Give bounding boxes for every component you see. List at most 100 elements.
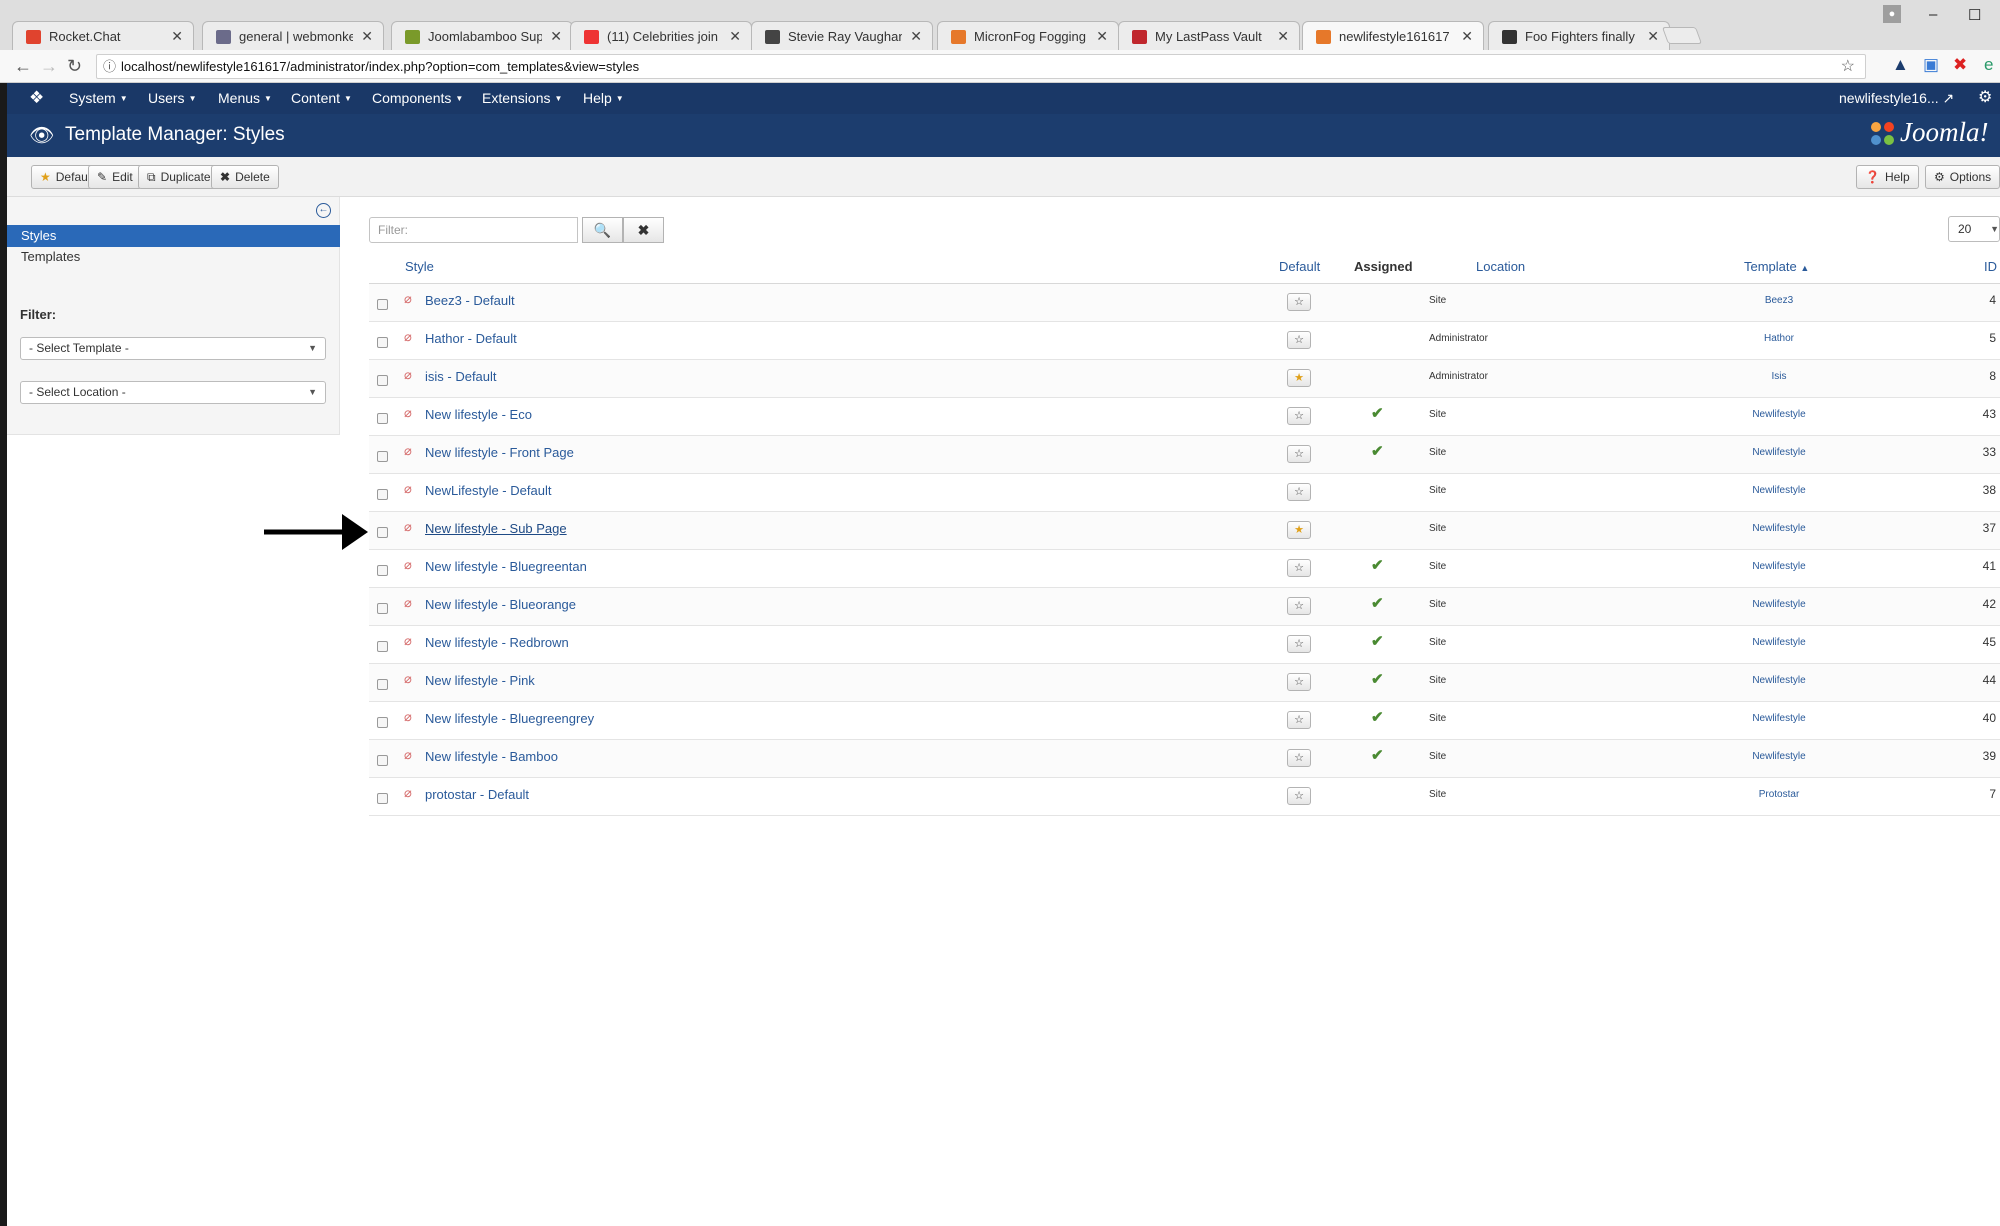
clear-button[interactable]: ✖ [623,217,664,243]
list-limit-select[interactable]: 20 ▼ [1948,216,2000,242]
sidebar-item-templates[interactable]: Templates [21,249,80,264]
template-link[interactable]: Beez3 [1719,295,1839,306]
nav-menu-help[interactable]: Help ▼ [583,90,624,106]
edit-button[interactable]: ✎ Edit [88,165,142,189]
set-default-star-icon[interactable]: ★ [1287,521,1311,539]
row-checkbox[interactable] [377,603,388,614]
template-link[interactable]: Isis [1719,371,1839,382]
set-default-star-icon[interactable]: ☆ [1287,483,1311,501]
template-link[interactable]: Newlifestyle [1719,523,1839,534]
template-link[interactable]: Newlifestyle [1719,485,1839,496]
reload-icon[interactable]: ↻ [67,56,82,77]
search-button[interactable]: 🔍 [582,217,623,243]
browser-tab[interactable]: general | webmonkeys S ✕ [202,21,384,50]
browser-tab[interactable]: Rocket.Chat ✕ [12,21,194,50]
template-link[interactable]: Protostar [1719,789,1839,800]
browser-tab[interactable]: Joomlabamboo Support ✕ [391,21,573,50]
minimize-icon[interactable]: – [1929,6,1937,23]
row-checkbox[interactable] [377,793,388,804]
info-icon[interactable]: ⓘ [103,55,116,78]
row-checkbox[interactable] [377,375,388,386]
select-location-dropdown[interactable]: - Select Location - ▼ [20,381,326,404]
tab-close-icon[interactable]: ✕ [1096,28,1108,45]
set-default-star-icon[interactable]: ☆ [1287,331,1311,349]
back-icon[interactable]: ← [14,56,32,77]
browser-tab[interactable]: (11) Celebrities join st ✕ [570,21,752,50]
joomla-logo-icon[interactable]: ❖ [29,88,44,108]
nav-menu-extensions[interactable]: Extensions ▼ [482,90,562,106]
tab-close-icon[interactable]: ✕ [1461,28,1473,45]
nav-menu-users[interactable]: Users ▼ [148,90,196,106]
row-checkbox[interactable] [377,527,388,538]
set-default-star-icon[interactable]: ☆ [1287,635,1311,653]
nav-menu-components[interactable]: Components ▼ [372,90,463,106]
template-link[interactable]: Newlifestyle [1719,561,1839,572]
select-template-dropdown[interactable]: - Select Template - ▼ [20,337,326,360]
style-name-link[interactable]: New lifestyle - Blueorange [425,597,576,612]
style-name-link[interactable]: Hathor - Default [425,331,517,346]
sort-template-header[interactable]: Template ▲ [1744,259,1809,274]
lastpass-icon[interactable]: ✖ [1953,55,1967,75]
set-default-star-icon[interactable]: ☆ [1287,407,1311,425]
maximize-icon[interactable]: ☐ [1968,6,1981,24]
style-name-link[interactable]: New lifestyle - Front Page [425,445,574,460]
row-checkbox[interactable] [377,337,388,348]
set-default-star-icon[interactable]: ☆ [1287,559,1311,577]
style-name-link[interactable]: New lifestyle - Bluegreentan [425,559,587,574]
style-name-link[interactable]: New lifestyle - Redbrown [425,635,569,650]
style-name-link[interactable]: isis - Default [425,369,497,384]
row-checkbox[interactable] [377,755,388,766]
browser-tab[interactable]: Stevie Ray Vaughan - Wi ✕ [751,21,933,50]
tab-close-icon[interactable]: ✕ [361,28,373,45]
delete-button[interactable]: ✖ Delete [211,165,279,189]
browser-tab[interactable]: newlifestyle161617 - Adm ✕ [1302,21,1484,51]
nav-menu-menus[interactable]: Menus ▼ [218,90,272,106]
profile-icon[interactable]: ● [1883,5,1901,23]
template-link[interactable]: Newlifestyle [1719,637,1839,648]
sidebar-item-styles[interactable]: Styles [7,225,340,247]
set-default-star-icon[interactable]: ☆ [1287,597,1311,615]
row-checkbox[interactable] [377,451,388,462]
bookmark-star-icon[interactable]: ☆ [1841,55,1855,78]
tab-close-icon[interactable]: ✕ [1277,28,1289,45]
template-link[interactable]: Newlifestyle [1719,599,1839,610]
tab-close-icon[interactable]: ✕ [171,28,183,45]
row-checkbox[interactable] [377,565,388,576]
row-checkbox[interactable] [377,717,388,728]
row-checkbox[interactable] [377,413,388,424]
nav-menu-content[interactable]: Content ▼ [291,90,352,106]
sort-id-header[interactable]: ID [1984,259,1997,274]
new-tab-button[interactable] [1661,27,1703,44]
extension-icon[interactable]: ▣ [1923,55,1939,75]
row-checkbox[interactable] [377,679,388,690]
browser-tab[interactable]: My LastPass Vault ✕ [1118,21,1300,50]
style-name-link[interactable]: Beez3 - Default [425,293,515,308]
template-link[interactable]: Newlifestyle [1719,409,1839,420]
nav-menu-system[interactable]: System ▼ [69,90,128,106]
tab-close-icon[interactable]: ✕ [550,28,562,45]
site-name-link[interactable]: newlifestyle16... ↗ [1839,90,1954,107]
set-default-star-icon[interactable]: ☆ [1287,445,1311,463]
sort-default-header[interactable]: Default [1279,259,1320,274]
set-default-star-icon[interactable]: ☆ [1287,673,1311,691]
row-checkbox[interactable] [377,299,388,310]
sort-location-header[interactable]: Location [1476,259,1525,274]
set-default-star-icon[interactable]: ☆ [1287,293,1311,311]
extension-icon[interactable]: ▲ [1892,55,1909,75]
help-button[interactable]: ❓ Help [1856,165,1919,189]
search-input[interactable]: Filter: [369,217,578,243]
set-default-star-icon[interactable]: ★ [1287,369,1311,387]
style-name-link[interactable]: New lifestyle - Bluegreengrey [425,711,594,726]
set-default-star-icon[interactable]: ☆ [1287,749,1311,767]
options-button[interactable]: ⚙ Options [1925,165,2000,189]
url-input[interactable]: ⓘ localhost/newlifestyle161617/administr… [96,54,1866,79]
browser-tab[interactable]: Foo Fighters finally head ✕ [1488,21,1670,50]
template-link[interactable]: Newlifestyle [1719,447,1839,458]
extension-icon[interactable]: e [1984,55,1993,75]
style-name-link[interactable]: New lifestyle - Eco [425,407,532,422]
sort-style-header[interactable]: Style [405,259,434,274]
set-default-star-icon[interactable]: ☆ [1287,711,1311,729]
forward-icon[interactable]: → [40,56,58,77]
duplicate-button[interactable]: ⧉ Duplicate [138,165,220,189]
collapse-sidebar-icon[interactable]: ← [316,203,331,218]
